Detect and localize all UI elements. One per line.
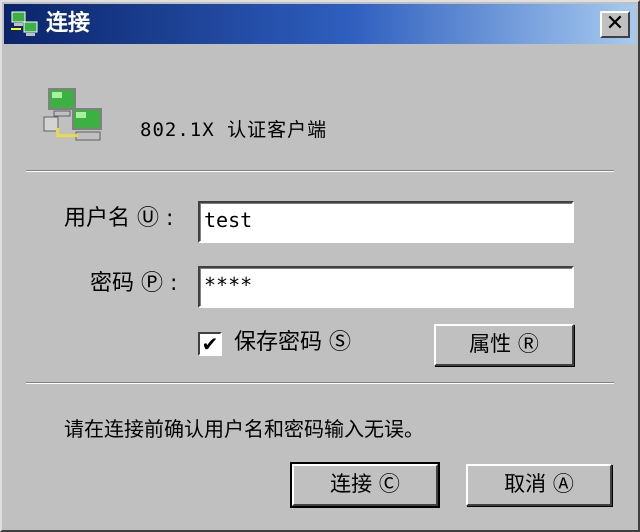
properties-button[interactable]: 属性 Ⓡ	[434, 324, 574, 366]
save-password-checkbox[interactable]: ✔	[198, 332, 222, 356]
password-input[interactable]: ****	[198, 266, 574, 308]
separator	[26, 170, 614, 172]
connect-dialog: 连接 ✕ 802.1X 认证客户端 用户名 Ⓤ : test 密码 Ⓟ : **…	[0, 0, 640, 532]
close-icon: ✕	[605, 11, 625, 36]
cancel-mnemonic: Ⓐ	[552, 472, 574, 496]
window-title: 连接	[46, 11, 91, 36]
network-computers-icon	[43, 88, 102, 141]
password-mnemonic: Ⓟ	[141, 271, 164, 296]
connect-button[interactable]: 连接 Ⓒ	[290, 462, 440, 508]
password-label: 密码 Ⓟ :	[90, 271, 178, 296]
hint-text: 请在连接前确认用户名和密码输入无误。	[64, 417, 424, 441]
separator	[26, 382, 614, 384]
username-input[interactable]: test	[198, 201, 574, 243]
cancel-button[interactable]: 取消 Ⓐ	[466, 464, 612, 506]
checkmark-icon: ✔	[201, 332, 219, 356]
username-label: 用户名 Ⓤ :	[64, 206, 174, 231]
network-computers-icon	[11, 11, 38, 36]
close-button[interactable]: ✕	[600, 11, 630, 38]
save-password-mnemonic: Ⓢ	[329, 330, 352, 355]
app-name: 802.1X 认证客户端	[140, 119, 328, 141]
username-mnemonic: Ⓤ	[137, 206, 160, 231]
save-password-label[interactable]: 保存密码 Ⓢ	[234, 328, 351, 358]
connect-mnemonic: Ⓒ	[378, 472, 400, 496]
properties-mnemonic: Ⓡ	[517, 332, 539, 356]
title-bar[interactable]: 连接 ✕	[4, 4, 636, 44]
